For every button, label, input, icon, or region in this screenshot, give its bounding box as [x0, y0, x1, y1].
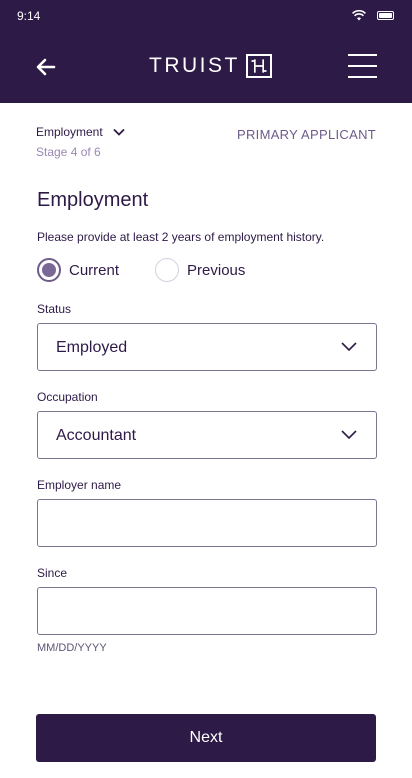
occupation-select[interactable]: Accountant [37, 411, 377, 459]
wifi-icon [352, 10, 366, 21]
date-format-hint: MM/DD/YYYY [37, 642, 107, 654]
next-button[interactable]: Next [36, 714, 376, 762]
stage-progress: Stage 4 of 6 [36, 145, 101, 159]
helper-text: Please provide at least 2 years of emplo… [37, 230, 325, 244]
menu-button[interactable] [348, 54, 377, 78]
chevron-down-icon [341, 342, 357, 352]
status-time: 9:14 [17, 9, 41, 23]
status-value: Employed [56, 339, 128, 356]
employment-type-radios: Current Previous [37, 258, 245, 282]
since-label: Since [37, 566, 68, 580]
employer-name-field[interactable] [37, 499, 377, 547]
app-header: TRUIST [0, 32, 412, 103]
status-select[interactable]: Employed [37, 323, 377, 371]
radio-previous-label: Previous [187, 261, 246, 279]
applicant-label: PRIMARY APPLICANT [237, 127, 376, 142]
radio-current-label: Current [69, 261, 120, 279]
radio-previous[interactable]: Previous [155, 258, 245, 282]
chevron-down-icon [341, 430, 357, 440]
status-label: Status [37, 302, 72, 316]
stage-current: Employment [36, 125, 103, 139]
page-title: Employment [37, 189, 149, 211]
battery-icon [377, 11, 394, 20]
employer-name-label: Employer name [37, 478, 122, 492]
occupation-label: Occupation [37, 390, 98, 404]
status-bar: 9:14 [0, 0, 412, 32]
truist-mark-icon [245, 54, 272, 78]
arrow-left-icon [36, 58, 56, 76]
hamburger-menu-icon [348, 54, 377, 56]
stage-header: Employment Stage 4 of 6 PRIMARY APPLICAN… [36, 125, 376, 159]
truist-logo: TRUIST [149, 54, 272, 78]
radio-selected-icon [37, 258, 61, 282]
radio-unselected-icon [155, 258, 180, 282]
occupation-value: Accountant [56, 427, 137, 444]
employer-name-input[interactable] [38, 500, 376, 546]
since-field[interactable] [37, 587, 377, 635]
brand-name: TRUIST [149, 54, 240, 77]
radio-current[interactable]: Current [37, 258, 119, 282]
since-input[interactable] [38, 588, 376, 634]
back-button[interactable] [34, 54, 60, 80]
chevron-down-icon [113, 128, 125, 136]
